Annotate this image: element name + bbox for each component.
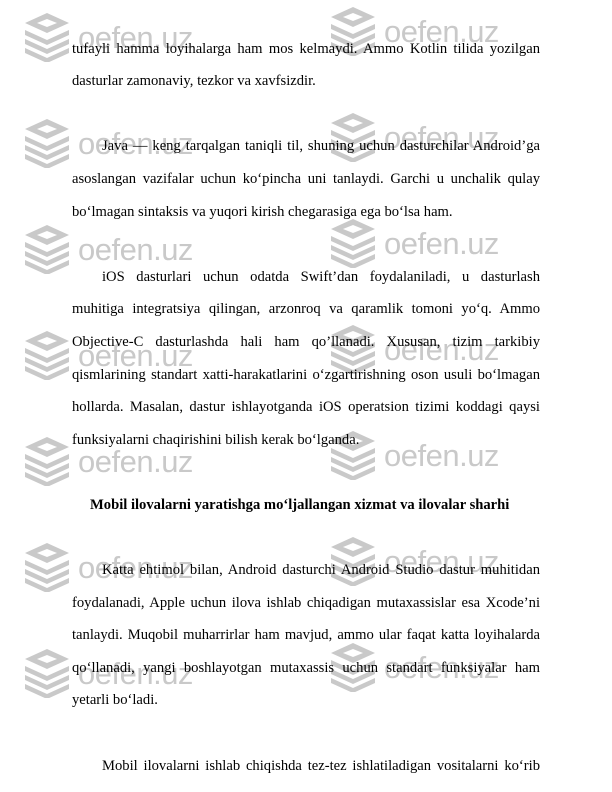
stacked-layers-icon	[25, 543, 69, 592]
stacked-layers-logo-icon	[24, 118, 70, 168]
stacked-layers-icon	[25, 649, 69, 698]
stacked-layers-icon	[25, 331, 69, 380]
stacked-layers-logo-icon	[24, 648, 70, 698]
paragraph-5: Mobil ilovalarni ishlab chiqishda tez-te…	[72, 757, 540, 792]
stacked-layers-logo-icon	[24, 224, 70, 274]
gap-4	[72, 522, 540, 555]
stacked-layers-icon	[25, 13, 69, 62]
stacked-layers-logo-icon	[24, 12, 70, 62]
stacked-layers-logo-icon	[24, 436, 70, 486]
stacked-layers-icon	[25, 437, 69, 486]
top-spacer	[72, 0, 540, 33]
stacked-layers-logo-icon	[24, 542, 70, 592]
gap-3	[72, 456, 540, 489]
section-heading: Mobil ilovalarni yaratishga mo‘ljallanga…	[90, 496, 510, 513]
paragraph-4: Katta ehtimol bilan, Android dasturchi A…	[72, 562, 540, 709]
gap-2	[72, 228, 540, 261]
paragraph-3: iOS dasturlari uchun odatda Swift’dan fo…	[72, 268, 540, 448]
paragraph-2: Java — keng tarqalgan taniqli til, shuni…	[72, 138, 540, 220]
document-page: oefen.uz oefen.uz oefen.uz oefen.uz oefe…	[0, 0, 612, 792]
stacked-layers-icon	[25, 119, 69, 168]
gap-1	[72, 98, 540, 131]
document-content: tufayli hamma loyihalarga ham mos kelmay…	[72, 0, 540, 792]
gap-5	[72, 717, 540, 750]
paragraph-1: tufayli hamma loyihalarga ham mos kelmay…	[72, 40, 540, 90]
stacked-layers-logo-icon	[24, 330, 70, 380]
stacked-layers-icon	[25, 225, 69, 274]
